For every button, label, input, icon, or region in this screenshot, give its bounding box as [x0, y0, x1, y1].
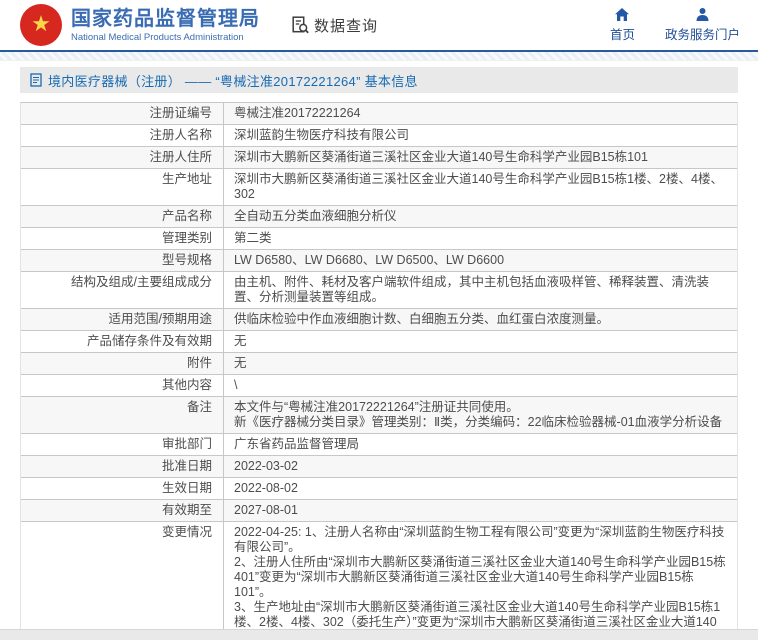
table-row: 型号规格 LW D6580、LW D6680、LW D6500、LW D6600 — [21, 250, 737, 272]
nav-portal[interactable]: 政务服务门户 — [665, 7, 740, 43]
nav-portal-label: 政务服务门户 — [664, 28, 740, 42]
row-label: 备注 — [21, 397, 224, 433]
row-label: 型号规格 — [21, 250, 224, 271]
row-label: 结构及组成/主要组成成分 — [21, 272, 224, 308]
page-title-bar: 境内医疗器械（注册） —— “粤械注准20172221264” 基本信息 — [20, 67, 738, 93]
row-value: 2022-04-25: 1、注册人名称由“深圳蓝韵生物工程有限公司”变更为“深圳… — [234, 525, 726, 640]
row-value: 全自动五分类血液细胞分析仪 — [234, 209, 397, 223]
row-label: 注册证编号 — [21, 103, 224, 124]
row-label: 其他内容 — [21, 375, 224, 396]
table-row: 备注 本文件与“粤械注准20172221264”注册证共同使用。 新《医疗器械分类… — [21, 397, 737, 434]
row-value: 深圳市大鹏新区葵涌街道三溪社区金业大道140号生命科学产业园B15栋1楼、2楼、… — [234, 172, 723, 201]
row-value: 深圳蓝韵生物医疗科技有限公司 — [234, 128, 410, 142]
home-icon — [614, 7, 630, 22]
table-row: 注册证编号 粤械注准20172221264 — [21, 103, 737, 125]
table-row: 审批部门 广东省药品监督管理局 — [21, 434, 737, 456]
row-label: 产品名称 — [21, 206, 224, 227]
row-label: 审批部门 — [21, 434, 224, 455]
row-label: 产品储存条件及有效期 — [21, 331, 224, 352]
row-label: 批准日期 — [21, 456, 224, 477]
nav-home[interactable]: 首页 — [610, 7, 635, 43]
row-value: 供临床检验中作血液细胞计数、白细胞五分类、血红蛋白浓度测量。 — [234, 312, 610, 326]
table-row: 批准日期 2022-03-02 — [21, 456, 737, 478]
row-label: 管理类别 — [21, 228, 224, 249]
row-label: 生产地址 — [21, 169, 224, 205]
table-row: 变更情况 2022-04-25: 1、注册人名称由“深圳蓝韵生物工程有限公司”变更… — [21, 522, 737, 640]
data-query-label: 数据查询 — [314, 17, 379, 35]
page: ★ 国家药品监督管理局 National Medical Products Ad… — [0, 0, 758, 640]
table-row: 产品名称 全自动五分类血液细胞分析仪 — [21, 206, 737, 228]
table-row: 生效日期 2022-08-02 — [21, 478, 737, 500]
main-content: 境内医疗器械（注册） —— “粤械注准20172221264” 基本信息 注册证… — [20, 67, 738, 640]
table-row: 注册人名称 深圳蓝韵生物医疗科技有限公司 — [21, 125, 737, 147]
row-value: \ — [234, 378, 238, 392]
row-label: 有效期至 — [21, 500, 224, 521]
row-value: 由主机、附件、耗材及客户端软件组成，其中主机包括血液吸样管、稀释装置、清洗装置、… — [234, 275, 710, 304]
row-value: 2022-08-02 — [234, 481, 298, 495]
row-label: 注册人住所 — [21, 147, 224, 168]
data-query-tab[interactable]: 数据查询 — [290, 15, 378, 36]
row-value: 无 — [234, 334, 247, 348]
table-row: 注册人住所 深圳市大鹏新区葵涌街道三溪社区金业大道140号生命科学产业园B15栋1… — [21, 147, 737, 169]
site-logo[interactable]: ★ 国家药品监督管理局 National Medical Products Ad… — [20, 4, 260, 46]
row-label: 注册人名称 — [21, 125, 224, 146]
row-value: 第二类 — [234, 231, 272, 245]
person-icon — [695, 7, 710, 22]
header: ★ 国家药品监督管理局 National Medical Products Ad… — [0, 0, 758, 52]
table-row: 适用范围/预期用途 供临床检验中作血液细胞计数、白细胞五分类、血红蛋白浓度测量。 — [21, 309, 737, 331]
top-nav: 首页 政务服务门户 — [610, 7, 740, 43]
row-value: 无 — [234, 356, 247, 370]
row-label: 附件 — [21, 353, 224, 374]
nav-home-label: 首页 — [609, 28, 635, 42]
header-hatch-band — [0, 52, 758, 61]
doc-search-icon — [290, 15, 310, 35]
row-label: 适用范围/预期用途 — [21, 309, 224, 330]
row-value: 深圳市大鹏新区葵涌街道三溪社区金业大道140号生命科学产业园B15栋101 — [234, 150, 648, 164]
row-value: 粤械注准20172221264 — [234, 106, 361, 120]
page-title: 境内医疗器械（注册） —— “粤械注准20172221264” 基本信息 — [48, 73, 418, 89]
row-value: 2022-03-02 — [234, 459, 298, 473]
table-row: 管理类别 第二类 — [21, 228, 737, 250]
row-value: 广东省药品监督管理局 — [234, 437, 360, 451]
document-icon — [30, 73, 42, 87]
org-name-cn: 国家药品监督管理局 — [71, 7, 260, 30]
registration-info-table: 注册证编号 粤械注准20172221264 注册人名称 深圳蓝韵生物医疗科技有限公司… — [20, 102, 738, 640]
table-row: 结构及组成/主要组成成分 由主机、附件、耗材及客户端软件组成，其中主机包括血液吸样… — [21, 272, 737, 309]
row-value: 2027-08-01 — [234, 503, 298, 517]
national-emblem-icon: ★ — [20, 4, 62, 46]
table-row: 生产地址 深圳市大鹏新区葵涌街道三溪社区金业大道140号生命科学产业园B15栋1楼… — [21, 169, 737, 206]
row-value: 本文件与“粤械注准20172221264”注册证共同使用。 新《医疗器械分类目录… — [234, 400, 723, 429]
table-row: 其他内容 \ — [21, 375, 737, 397]
row-label: 生效日期 — [21, 478, 224, 499]
table-row: 产品储存条件及有效期无 — [21, 331, 737, 353]
table-row: 附件无 — [21, 353, 737, 375]
org-name-en: National Medical Products Administration — [71, 31, 244, 43]
footer-band — [0, 629, 758, 640]
row-value: LW D6580、LW D6680、LW D6500、LW D6600 — [234, 253, 505, 267]
row-label: 变更情况 — [21, 522, 224, 640]
table-row: 有效期至 2027-08-01 — [21, 500, 737, 522]
